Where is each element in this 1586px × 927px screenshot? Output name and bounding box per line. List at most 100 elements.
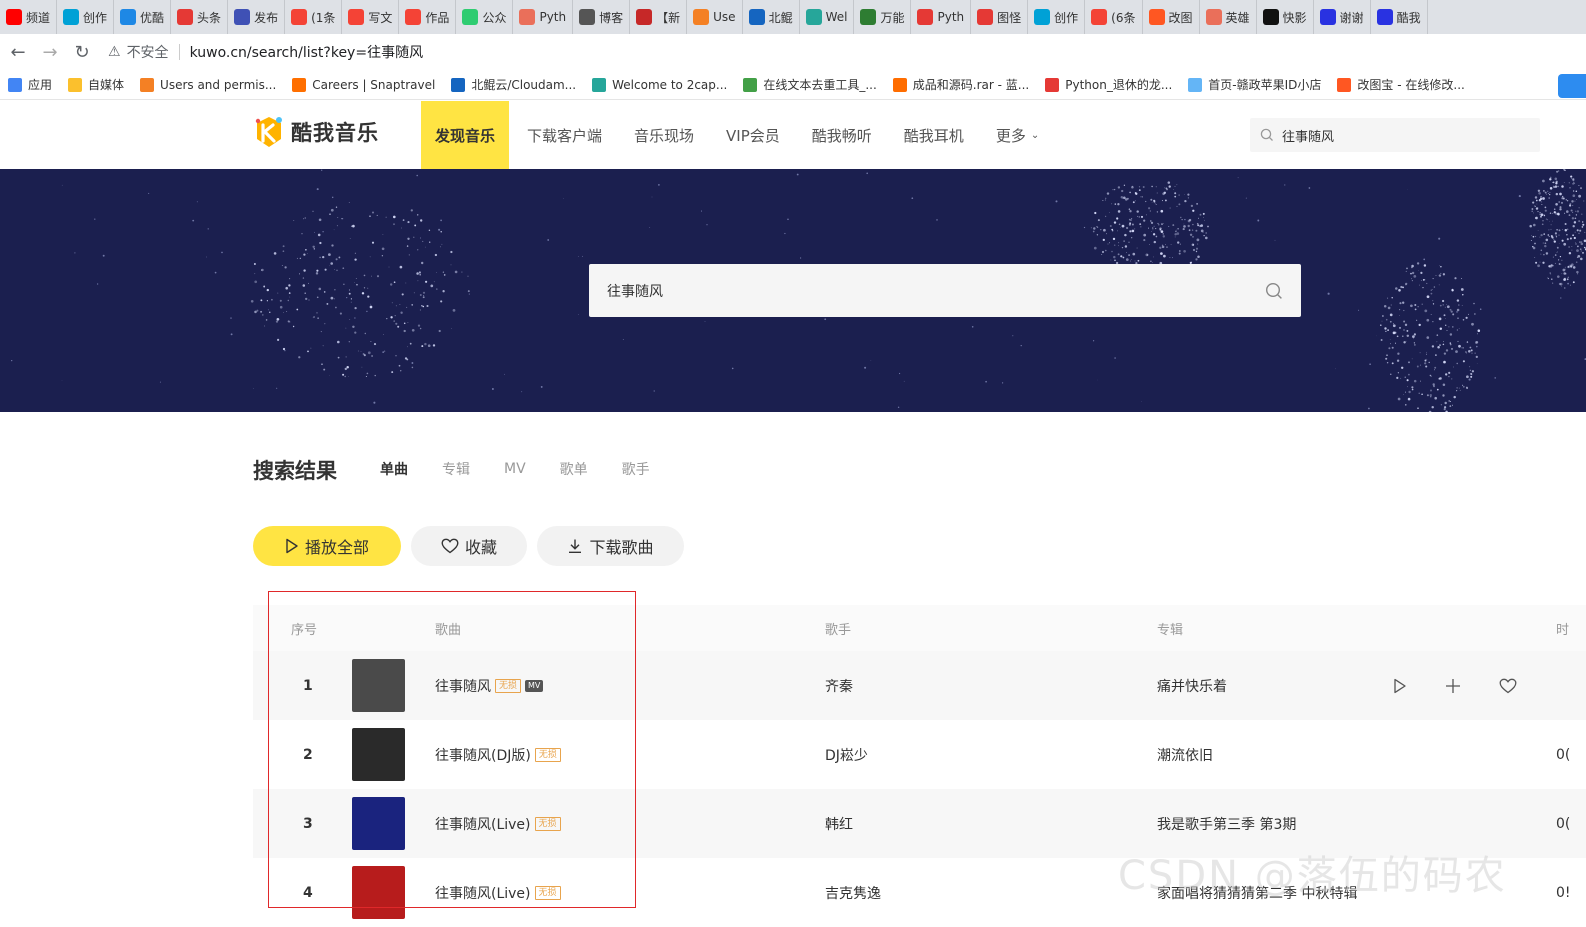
album-cover[interactable] [352,659,405,712]
nav-more[interactable]: 更多 ⌄ [982,101,1053,169]
play-icon[interactable] [1393,678,1407,694]
browser-tab[interactable]: 快影 [1257,0,1314,34]
bookmark-item[interactable]: 改图宝 - 在线修改... [1329,76,1472,93]
bookmark-icon [140,78,154,92]
bookmark-icon [68,78,82,92]
browser-tab[interactable]: 【新 [630,0,687,34]
browser-tab[interactable]: 作品 [399,0,456,34]
play-all-button[interactable]: 播放全部 [253,526,401,566]
song-title-cell[interactable]: 往事随风无损MV [435,676,543,696]
tab-songs[interactable]: 单曲 [380,459,408,481]
nav-vip[interactable]: VIP会员 [712,101,794,169]
tab-artists[interactable]: 歌手 [622,459,650,481]
browser-tab[interactable]: 公众 [456,0,513,34]
lossless-badge: 无损 [535,817,561,831]
header-search-input[interactable]: 往事随风 [1250,118,1540,152]
table-row[interactable]: 1往事随风无损MV齐秦痛并快乐着 [253,651,1586,720]
bookmark-item[interactable]: 北鲲云/Cloudam... [443,76,584,93]
album-name[interactable]: 痛并快乐着 [1157,676,1227,696]
browser-tab[interactable]: 写文 [342,0,399,34]
bookmark-item[interactable]: Users and permis... [132,78,284,92]
artist-name[interactable]: DJ崧少 [825,745,868,765]
browser-tab[interactable]: 频道 [0,0,57,34]
browser-tab[interactable]: 头条 [171,0,228,34]
add-icon[interactable] [1445,678,1461,694]
browser-tab[interactable]: 博客 [573,0,630,34]
mv-badge[interactable]: MV [525,680,543,692]
album-cover[interactable] [352,866,405,919]
bookmark-label: 北鲲云/Cloudam... [471,76,576,93]
kuwo-logo-icon [253,115,285,149]
browser-tab[interactable]: Use [687,0,742,34]
song-title[interactable]: 往事随风 [435,676,491,696]
song-title-cell[interactable]: 往事随风(DJ版)无损 [435,745,561,765]
col-artist-header: 歌手 [825,619,851,638]
download-button[interactable]: 下载歌曲 [537,526,684,566]
reload-icon[interactable]: ↻ [68,38,96,66]
bookmark-item[interactable]: Welcome to 2cap... [584,78,735,92]
bookmark-item[interactable]: 自媒体 [60,76,132,93]
bookmark-label: 成品和源码.rar - 蓝... [913,76,1029,93]
browser-tab[interactable]: 英雄 [1200,0,1257,34]
tab-albums[interactable]: 专辑 [442,459,470,481]
extension-icon[interactable] [1558,74,1586,98]
album-cover[interactable] [352,797,405,850]
browser-tab-label: Wel [826,10,848,24]
browser-tab[interactable]: Pyth [911,0,971,34]
browser-tab-label: 博客 [599,9,623,26]
browser-tab[interactable]: 北鲲 [743,0,800,34]
collect-button[interactable]: 收藏 [411,526,527,566]
artist-name[interactable]: 吉克隽逸 [825,883,881,903]
nav-download-client[interactable]: 下载客户端 [513,101,616,169]
bookmark-item[interactable]: 首页-赣政苹果ID小店 [1180,76,1329,93]
album-cover[interactable] [352,728,405,781]
song-title[interactable]: 往事随风(DJ版) [435,745,531,765]
bilibili-icon [63,9,79,25]
browser-tab[interactable]: 谢谢 [1314,0,1371,34]
tab-mv[interactable]: MV [504,461,526,479]
url-field[interactable]: ⚠ 不安全 kuwo.cn/search/list?key=往事随风 [108,38,1576,66]
browser-tab[interactable]: 图怪 [971,0,1028,34]
back-icon[interactable]: ← [4,38,32,66]
browser-tab[interactable]: 改图 [1143,0,1200,34]
browser-tab[interactable]: 万能 [854,0,911,34]
nav-headphones[interactable]: 酷我耳机 [890,101,978,169]
bookmark-item[interactable]: 在线文本去重工具_... [735,76,884,93]
browser-tab[interactable]: Pyth [513,0,573,34]
bookmark-label: 自媒体 [88,76,124,93]
search-icon[interactable] [1265,282,1283,300]
download-icon [567,538,583,554]
bookmark-item[interactable]: Python_退休的龙... [1037,76,1180,93]
nav-discover[interactable]: 发现音乐 [421,101,509,169]
artist-name[interactable]: 齐秦 [825,676,853,696]
office-icon [1149,9,1165,25]
bookmark-item[interactable]: 成品和源码.rar - 蓝... [885,76,1037,93]
browser-tab[interactable]: 发布 [228,0,285,34]
nav-live[interactable]: 音乐现场 [620,101,708,169]
bookmark-item[interactable]: 应用 [0,76,60,93]
song-title[interactable]: 往事随风(Live) [435,883,531,903]
banner-search-input[interactable]: 往事随风 [589,264,1301,317]
download-label: 下载歌曲 [589,534,653,558]
album-name[interactable]: 我是歌手第三季 第3期 [1157,814,1296,834]
browser-tab[interactable]: 创作 [57,0,114,34]
tab-playlists[interactable]: 歌单 [560,459,588,481]
song-title[interactable]: 往事随风(Live) [435,814,531,834]
bookmark-item[interactable]: Careers | Snaptravel [284,78,443,92]
album-name[interactable]: 潮流依旧 [1157,745,1213,765]
nav-audiobook[interactable]: 酷我畅听 [798,101,886,169]
browser-tab[interactable]: 优酷 [114,0,171,34]
table-row[interactable]: 2往事随风(DJ版)无损DJ崧少潮流依旧0( [253,720,1586,789]
forward-icon[interactable]: → [36,38,64,66]
browser-tab[interactable]: (1条 [285,0,342,34]
browser-tab[interactable]: 创作 [1028,0,1085,34]
song-title-cell[interactable]: 往事随风(Live)无损 [435,883,561,903]
song-title-cell[interactable]: 往事随风(Live) 无损 [435,814,561,834]
artist-name[interactable]: 韩红 [825,814,853,834]
kuwo-logo[interactable]: 酷我音乐 [253,115,379,149]
browser-tab[interactable]: (6条 [1085,0,1142,34]
browser-tab[interactable]: 酷我 [1371,0,1428,34]
browser-tab[interactable]: Wel [800,0,855,34]
bookmark-label: 应用 [28,76,52,93]
heart-icon[interactable] [1499,678,1517,694]
